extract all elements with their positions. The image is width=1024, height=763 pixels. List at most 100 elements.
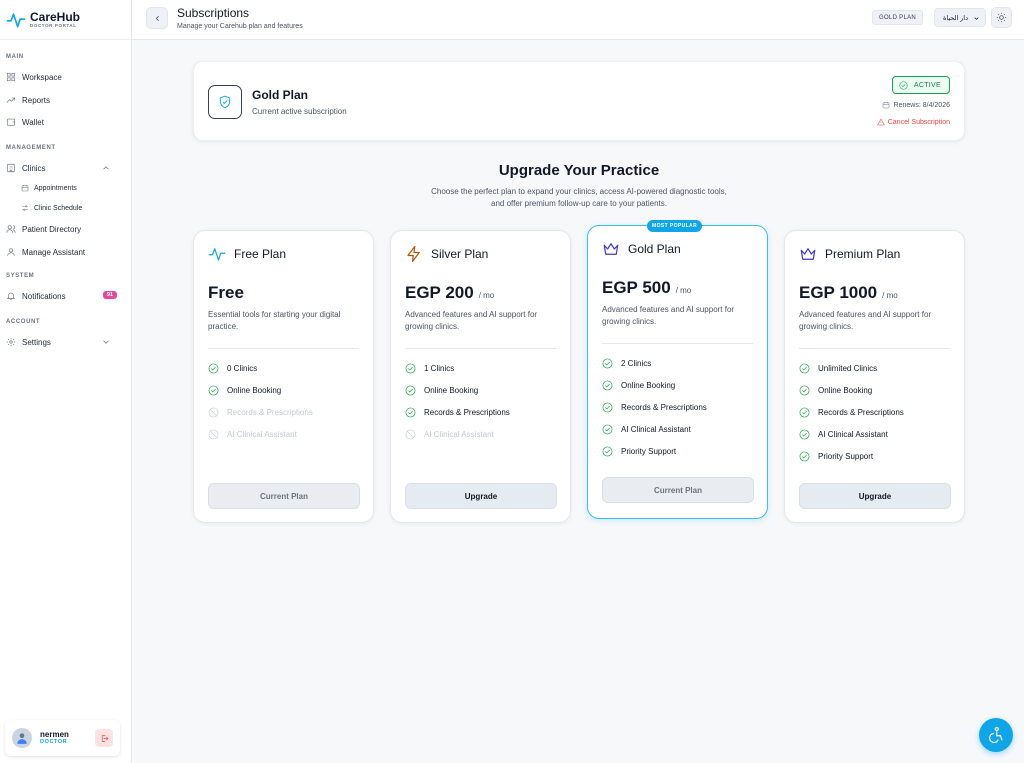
sidebar-item-label: Manage Assistant xyxy=(22,247,86,257)
sliders-icon xyxy=(22,205,28,211)
upgrade-title: Upgrade Your Practice xyxy=(498,162,660,179)
sidebar-item-manage-assistant[interactable]: Manage Assistant xyxy=(0,242,131,262)
check-circle-icon xyxy=(602,402,613,413)
check-circle-icon xyxy=(799,451,810,462)
brand-name: CareHub xyxy=(30,9,81,24)
clinic-select[interactable]: دار الحياة xyxy=(934,8,986,27)
clinic-select-value: دار الحياة xyxy=(943,14,968,22)
sidebar-item-workspace[interactable]: Workspace xyxy=(0,67,131,87)
chevron-down-icon xyxy=(103,340,109,344)
user-role: DOCTOR xyxy=(40,739,68,746)
brand[interactable]: CareHub DOCTOR PORTAL xyxy=(0,0,131,40)
sidebar-item-label: Settings xyxy=(22,337,51,347)
back-button[interactable] xyxy=(146,7,168,29)
accessibility-icon xyxy=(988,726,1003,744)
plan-name: Silver Plan xyxy=(431,247,489,261)
plan-description: Advanced features and AI support for gro… xyxy=(799,310,932,331)
feature-item: Online Booking xyxy=(208,385,281,396)
feature-label: Unlimited Clinics xyxy=(818,364,878,373)
ban-icon xyxy=(208,407,219,418)
feature-item: Unlimited Clinics xyxy=(799,363,877,374)
sidebar-item-clinics[interactable]: Clinics xyxy=(0,158,131,178)
plan-price: EGP 200 xyxy=(405,283,474,302)
feature-label: AI Clinical Assistant xyxy=(621,425,691,434)
sidebar-item-wallet[interactable]: Wallet xyxy=(0,112,131,132)
user-card[interactable]: nermen DOCTOR xyxy=(5,720,120,756)
calendar-icon xyxy=(882,102,889,109)
feature-item-excluded: AI Clinical Assistant xyxy=(405,429,494,440)
feature-item: Records & Prescriptions xyxy=(602,402,707,413)
upgrade-button[interactable]: Upgrade xyxy=(799,483,951,509)
current-plan-chip: GOLD PLAN xyxy=(872,10,924,25)
user-icon xyxy=(7,248,15,256)
feature-label: Online Booking xyxy=(424,386,479,395)
upgrade-button[interactable]: Upgrade xyxy=(405,483,557,509)
sidebar-item-patient-directory[interactable]: Patient Directory xyxy=(0,219,131,239)
accessibility-fab-button[interactable] xyxy=(979,718,1013,752)
calendar-icon xyxy=(21,185,29,192)
feature-label: Records & Prescriptions xyxy=(818,408,904,417)
plan-name: Premium Plan xyxy=(825,247,901,261)
sidebar-item-label: Reports xyxy=(22,95,51,105)
sidebar-item-settings[interactable]: Settings xyxy=(0,332,131,352)
cancel-label: Cancel Subscription xyxy=(887,118,950,126)
check-circle-icon xyxy=(602,446,613,457)
plan-card-premium: Premium Plan EGP 1000 / mo Advanced feat… xyxy=(784,230,965,523)
plan-period: / mo xyxy=(882,291,898,300)
sidebar-item-reports[interactable]: Reports xyxy=(0,90,131,110)
trending-up-icon xyxy=(6,97,16,103)
warning-icon xyxy=(876,118,885,126)
feature-label: 2 Clinics xyxy=(621,359,652,368)
logout-button[interactable] xyxy=(95,729,113,747)
sidebar-item-appointments[interactable]: Appointments xyxy=(21,179,77,197)
notifications-count-badge: 91 xyxy=(102,291,117,299)
feature-item: Records & Prescriptions xyxy=(405,407,510,418)
check-circle-icon xyxy=(602,358,613,369)
feature-label: AI Clinical Assistant xyxy=(227,430,297,439)
feature-item: AI Clinical Assistant xyxy=(602,424,691,435)
feature-label: Online Booking xyxy=(621,381,676,390)
plan-card-free: Free Plan Free Essential tools for start… xyxy=(193,230,374,523)
divider xyxy=(602,343,753,344)
ban-icon xyxy=(405,429,416,440)
cancel-subscription-link[interactable]: Cancel Subscription xyxy=(876,118,950,126)
current-plan-subtitle: Current active subscription xyxy=(252,107,347,116)
feature-item: 1 Clinics xyxy=(405,363,454,374)
current-plan-card: Gold Plan Current active subscription AC… xyxy=(193,61,965,141)
feature-label: Records & Prescriptions xyxy=(621,403,707,412)
section-system: SYSTEM xyxy=(6,273,35,279)
chevron-up-icon xyxy=(103,166,109,170)
feature-item: AI Clinical Assistant xyxy=(799,429,888,440)
status-label: ACTIVE xyxy=(913,81,941,89)
feature-label: Priority Support xyxy=(818,452,874,461)
sidebar-item-label: Clinics xyxy=(22,163,46,173)
sidebar-item-clinic-schedule[interactable]: Clinic Schedule xyxy=(21,199,82,217)
check-circle-icon xyxy=(405,385,416,396)
gear-icon xyxy=(6,337,16,347)
theme-toggle-button[interactable] xyxy=(991,7,1012,28)
feature-label: Records & Prescriptions xyxy=(424,408,510,417)
sidebar-item-notifications[interactable]: Notifications 91 xyxy=(0,286,131,306)
renewal-label: Renews: 8/4/2026 xyxy=(893,101,950,109)
current-plan-button[interactable]: Current Plan xyxy=(208,483,360,509)
feature-item: 0 Clinics xyxy=(208,363,257,374)
logout-icon xyxy=(101,734,108,742)
feature-item: Priority Support xyxy=(602,446,676,457)
check-circle-icon xyxy=(799,407,810,418)
feature-label: AI Clinical Assistant xyxy=(818,430,888,439)
check-circle-icon xyxy=(799,385,810,396)
divider xyxy=(405,348,556,349)
doctor-avatar-icon xyxy=(17,733,27,744)
divider xyxy=(799,348,950,349)
plan-name: Free Plan xyxy=(234,247,287,261)
top-header: Subscriptions Manage your Carehub plan a… xyxy=(132,0,1024,40)
plan-price: Free xyxy=(208,283,244,302)
chevron-left-icon xyxy=(155,15,159,21)
status-badge: ACTIVE xyxy=(891,76,950,94)
bell-icon xyxy=(6,292,16,301)
section-main: MAIN xyxy=(6,54,24,60)
ban-icon xyxy=(208,429,219,440)
plan-card-silver: Silver Plan EGP 200 / mo Advanced featur… xyxy=(390,230,571,523)
feature-item: Online Booking xyxy=(799,385,872,396)
current-plan-button[interactable]: Current Plan xyxy=(602,477,754,503)
